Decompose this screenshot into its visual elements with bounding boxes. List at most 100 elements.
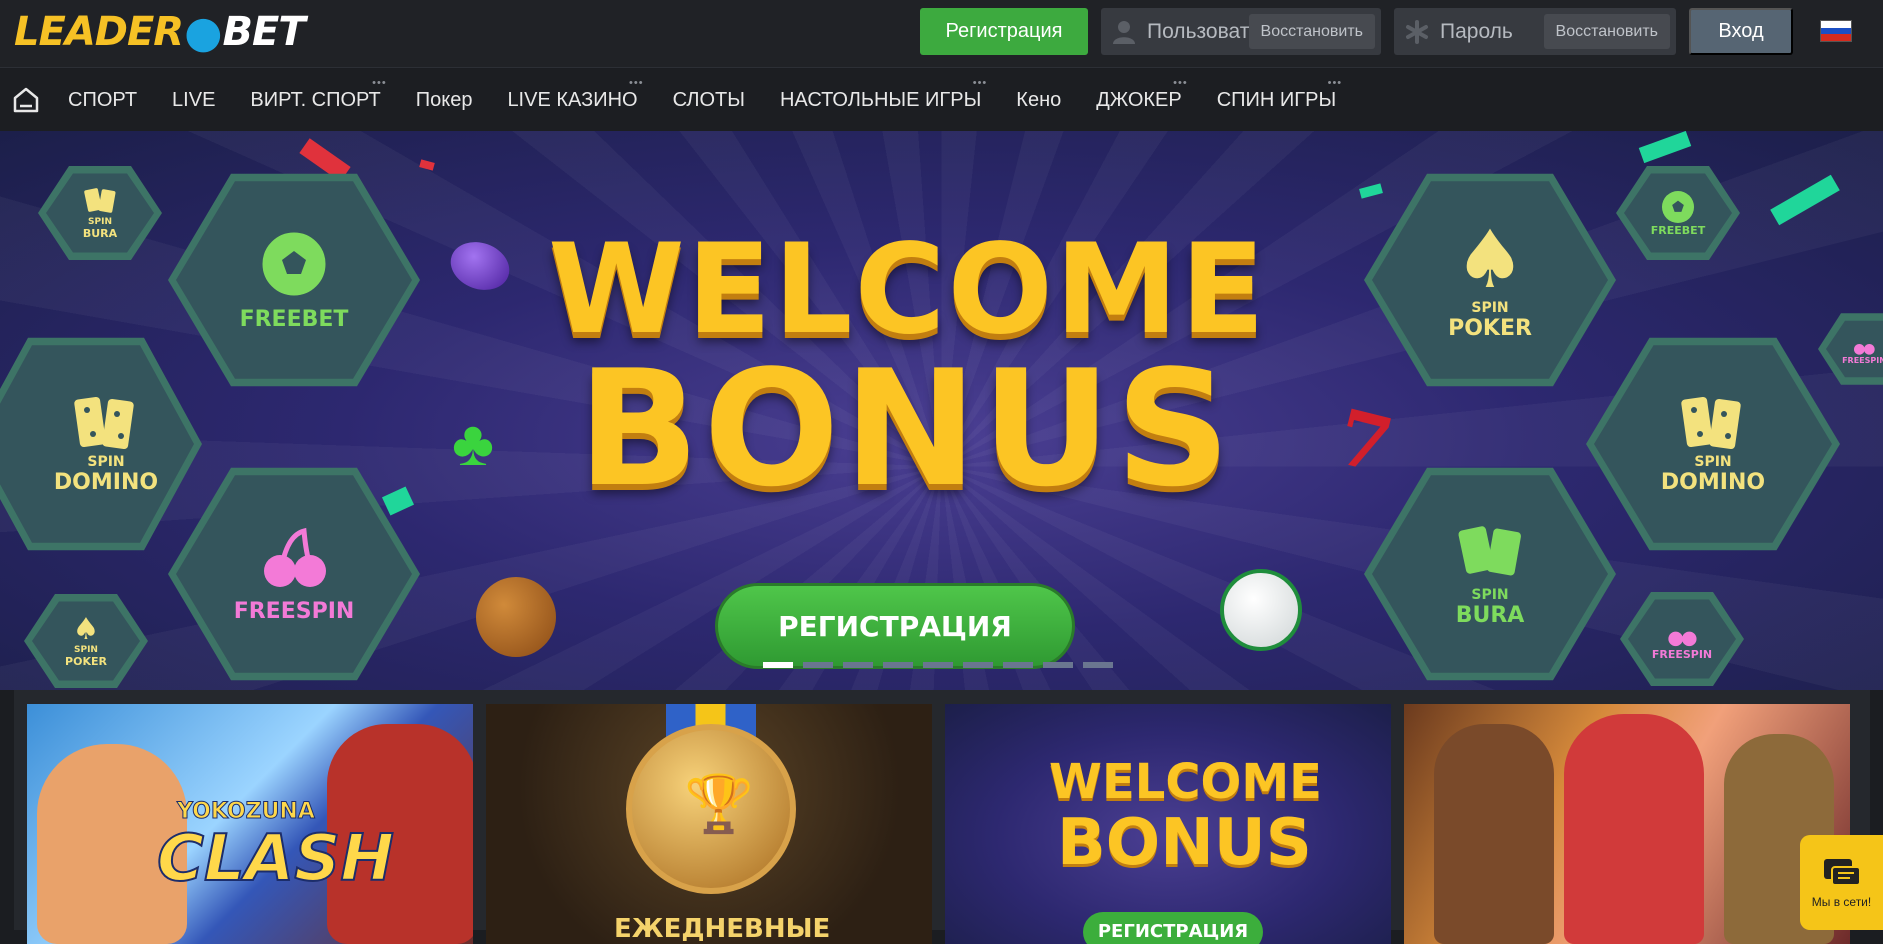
nav-label: ДЖОКЕР: [1096, 88, 1182, 111]
promo-card-yokozuna[interactable]: YOKOZUNA CLASH: [27, 704, 473, 944]
home-icon[interactable]: [1, 69, 51, 131]
nav-label: LIVE КАЗИНО: [507, 88, 638, 111]
slider-dot[interactable]: [1083, 662, 1113, 668]
main-nav: СПОРТ LIVE ВИРТ. СПОРТ ••• Покер LIVE КАЗ…: [0, 69, 1883, 131]
hex-label: SPIN: [1471, 299, 1509, 316]
slider-dot[interactable]: [763, 662, 793, 668]
hex-label: SPIN: [1471, 586, 1509, 603]
cherry-icon: [264, 527, 326, 587]
card-title-small: YOKOZUNA: [177, 799, 316, 825]
promo-cards: YOKOZUNA CLASH 🏆 ЕЖЕДНЕВНЫЕ WELCOME BONU…: [14, 690, 1870, 944]
hex-label: SPIN: [1694, 453, 1732, 470]
hex-label: DOMINO: [1660, 469, 1766, 495]
hex-label: FREESPIN: [233, 598, 355, 624]
register-button[interactable]: Регистрация: [920, 8, 1088, 55]
nav-label: ВИРТ. СПОРТ: [250, 88, 381, 111]
promo-card-daily-tournaments[interactable]: 🏆 ЕЖЕДНЕВНЫЕ: [486, 704, 932, 944]
nav-item-live[interactable]: LIVE: [172, 69, 215, 131]
top-header: LEADER●BET Регистрация Пользователь Восс…: [0, 0, 1883, 68]
username-restore-button[interactable]: Восстановить: [1248, 14, 1375, 49]
cards-icon: [84, 187, 116, 213]
warrior-character: [1434, 724, 1554, 944]
hex-label: BURA: [82, 226, 118, 240]
nav-label: Покер: [415, 88, 473, 111]
slider-dot[interactable]: [963, 662, 993, 668]
nav-label: Кено: [1016, 88, 1062, 111]
more-dots-icon: •••: [629, 77, 644, 89]
nav-item-spin-games[interactable]: СПИН ИГРЫ •••: [1217, 69, 1341, 131]
username-field[interactable]: Пользователь Восстановить: [1101, 8, 1381, 55]
card-title-big: CLASH: [156, 821, 395, 897]
slider-dot[interactable]: [1043, 662, 1073, 668]
password-field[interactable]: Пароль Восстановить: [1394, 8, 1676, 55]
nav-label: LIVE: [172, 88, 216, 111]
login-button[interactable]: Вход: [1689, 8, 1793, 55]
more-dots-icon: •••: [372, 77, 387, 89]
hex-label: POKER: [65, 654, 107, 668]
hex-label: SPIN: [74, 644, 98, 655]
promo-card-welcome-bonus[interactable]: WELCOME BONUS РЕГИСТРАЦИЯ: [945, 704, 1391, 944]
clover-icon: ♣: [452, 407, 494, 479]
cherry-icon: [1668, 631, 1697, 646]
banner-register-button[interactable]: РЕГИСТРАЦИЯ: [715, 583, 1075, 669]
username-input[interactable]: Пользователь: [1147, 20, 1249, 44]
nav-item-virtual-sport[interactable]: ВИРТ. СПОРТ •••: [250, 69, 385, 131]
cherry-icon: [1853, 343, 1875, 355]
soccer-ball-decoration-icon: [1220, 569, 1302, 651]
nav-item-live-casino[interactable]: LIVE КАЗИНО •••: [507, 69, 642, 131]
chat-label: Мы в сети!: [1811, 894, 1872, 909]
chat-widget[interactable]: Мы в сети!: [1800, 835, 1883, 930]
soccer-ball-icon: [1661, 190, 1695, 223]
nav-item-joker[interactable]: ДЖОКЕР •••: [1096, 69, 1186, 131]
nav-label: СЛОТЫ: [672, 88, 745, 111]
more-dots-icon: •••: [1327, 77, 1343, 89]
hex-label: SPIN: [87, 453, 125, 470]
banner-headline: WELCOME BONUS: [548, 218, 1268, 522]
slider-dot[interactable]: [803, 662, 833, 668]
headline-bonus: BONUS: [577, 335, 1235, 522]
password-restore-button[interactable]: Восстановить: [1543, 14, 1670, 49]
card-cta: РЕГИСТРАЦИЯ: [1083, 912, 1263, 944]
user-icon: [1101, 8, 1147, 55]
basketball-icon: [476, 577, 556, 657]
logo-text-bet: BET: [222, 9, 306, 55]
nav-label: СПОРТ: [68, 88, 138, 111]
goddess-character: [1564, 714, 1704, 944]
hex-label: BURA: [1455, 602, 1525, 628]
more-dots-icon: •••: [972, 77, 988, 89]
welcome-bonus-banner[interactable]: SPIN BURA FREEBET SPIN DOMINO FREESPIN ♠…: [0, 131, 1883, 690]
nav-item-slots[interactable]: СЛОТЫ: [673, 69, 745, 131]
hex-label: POKER: [1448, 315, 1532, 341]
password-input[interactable]: Пароль: [1440, 20, 1544, 44]
hex-label: DOMINO: [53, 469, 159, 495]
logo-dot: ●: [184, 6, 222, 58]
slider-dot[interactable]: [1003, 662, 1033, 668]
slider-dot[interactable]: [923, 662, 953, 668]
nav-item-table-games[interactable]: НАСТОЛЬНЫЕ ИГРЫ •••: [779, 69, 986, 131]
headline-welcome: WELCOME: [548, 218, 1268, 362]
hex-label: FREESPIN: [1842, 355, 1883, 365]
russian-flag-icon[interactable]: [1820, 20, 1852, 42]
nav-item-poker[interactable]: Покер: [416, 69, 473, 131]
spade-icon: ♠: [1454, 212, 1526, 306]
slider-dot[interactable]: [883, 662, 913, 668]
more-dots-icon: •••: [1173, 77, 1188, 89]
slider-pagination: [763, 662, 1113, 668]
nav-item-keno[interactable]: Кено: [1016, 69, 1061, 131]
cards-icon: [1458, 525, 1521, 575]
hex-label: FREEBET: [239, 306, 349, 332]
trophy-icon: 🏆: [684, 772, 754, 835]
promo-card-slots[interactable]: [1404, 704, 1850, 944]
hex-label: SPIN: [88, 216, 112, 227]
asterisk-icon: [1394, 8, 1440, 55]
nav-item-sport[interactable]: СПОРТ: [68, 69, 137, 131]
slider-dot[interactable]: [843, 662, 873, 668]
card-title-bonus: BONUS: [1057, 806, 1312, 880]
soccer-ball-icon: [259, 229, 329, 298]
logo-text-leader: LEADER: [14, 9, 184, 55]
card-title: ЕЖЕДНЕВНЫЕ: [614, 914, 831, 944]
logo[interactable]: LEADER ● BET: [14, 7, 306, 58]
hex-label: FREEBET: [1650, 223, 1706, 237]
spade-icon: ♠: [72, 611, 100, 647]
nav-label: НАСТОЛЬНЫЕ ИГРЫ: [779, 88, 982, 111]
